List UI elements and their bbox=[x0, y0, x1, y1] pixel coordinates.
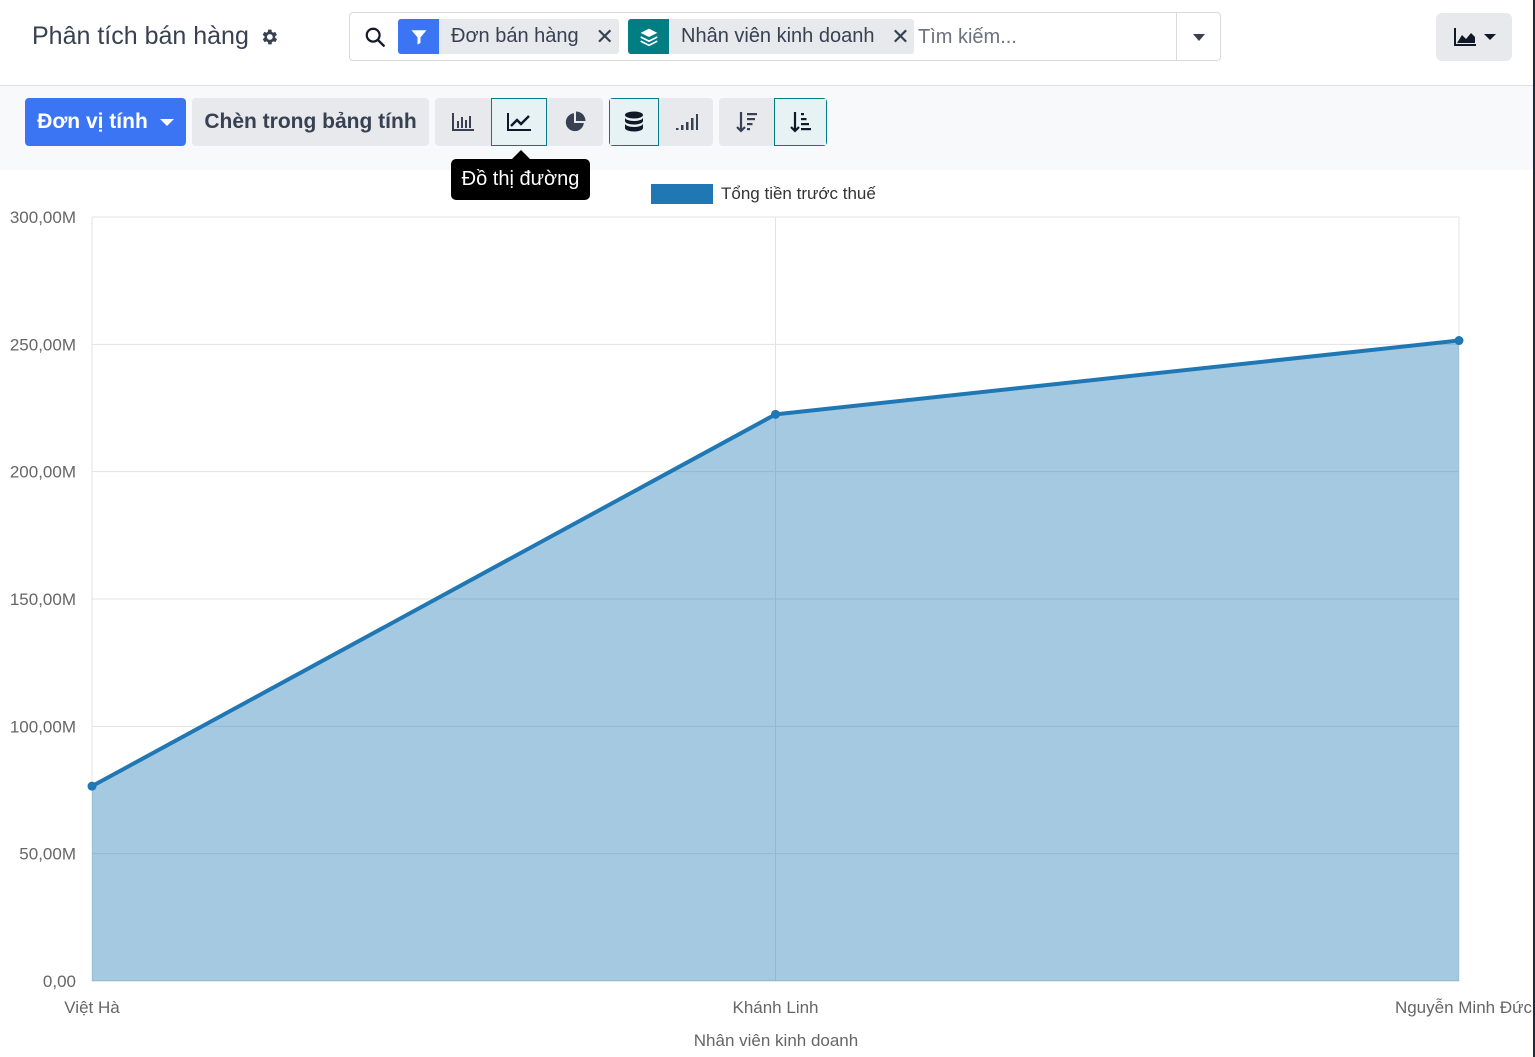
y-tick-label: 300,00M bbox=[10, 208, 76, 227]
signal-bars-icon bbox=[676, 114, 698, 130]
search-facet-groupby[interactable]: Nhân viên kinh doanh ✕ bbox=[628, 19, 915, 54]
database-icon bbox=[625, 111, 643, 132]
bar-chart-icon bbox=[452, 113, 474, 131]
page-title: Phân tích bán hàng bbox=[32, 22, 249, 50]
tooltip-arrow bbox=[512, 150, 530, 159]
caret-down-icon bbox=[159, 118, 174, 126]
legend-label: Tổng tiền trước thuế bbox=[721, 184, 876, 203]
legend-swatch bbox=[651, 184, 713, 204]
measures-dropdown-button[interactable]: Đơn vị tính bbox=[25, 98, 186, 146]
caret-down-icon bbox=[1484, 34, 1496, 40]
sort-group bbox=[719, 98, 827, 146]
control-panel: Phân tích bán hàng Đơn bán hàng ✕ Nhân v… bbox=[0, 0, 1535, 86]
measures-label: Đơn vị tính bbox=[37, 110, 148, 133]
data-point[interactable] bbox=[771, 409, 780, 419]
insert-in-spreadsheet-button[interactable]: Chèn trong bảng tính bbox=[192, 98, 429, 146]
chart-legend[interactable]: Tổng tiền trước thuế bbox=[651, 184, 876, 204]
graph-toolbar: Đơn vị tính Chèn trong bảng tính bbox=[0, 86, 1535, 170]
pie-chart-button[interactable] bbox=[547, 98, 603, 146]
y-tick-label: 50,00M bbox=[19, 845, 76, 864]
series-area bbox=[92, 340, 1459, 982]
facet-label: Nhân viên kinh doanh bbox=[681, 25, 875, 47]
sort-descending-button[interactable] bbox=[719, 98, 774, 146]
sort-ascending-icon bbox=[789, 112, 811, 133]
x-tick-label: Nguyễn Minh Đức bbox=[1395, 998, 1533, 1017]
page-title-wrap: Phân tích bán hàng bbox=[32, 22, 279, 51]
x-axis-label: Nhân viên kinh doanh bbox=[694, 1031, 858, 1050]
chart-mode-group bbox=[609, 98, 713, 146]
y-axis: 0,00 50,00M 100,00M 150,00M 200,00M 250,00M 30… bbox=[10, 208, 76, 991]
pie-chart-icon bbox=[565, 111, 586, 132]
close-icon[interactable]: ✕ bbox=[591, 19, 619, 54]
x-tick-label: Việt Hà bbox=[64, 998, 120, 1017]
y-tick-label: 250,00M bbox=[10, 335, 76, 354]
search-input[interactable] bbox=[918, 22, 1173, 52]
chart-type-tooltip: Đồ thị đường bbox=[451, 159, 590, 200]
view-switcher-button[interactable] bbox=[1436, 13, 1512, 61]
chart-series bbox=[87, 336, 1464, 982]
y-tick-label: 200,00M bbox=[10, 463, 76, 482]
sort-descending-icon bbox=[735, 112, 757, 133]
x-tick-label: Khánh Linh bbox=[732, 998, 818, 1017]
search-facet-filter[interactable]: Đơn bán hàng ✕ bbox=[398, 19, 619, 54]
data-point[interactable] bbox=[1454, 336, 1464, 346]
y-tick-label: 150,00M bbox=[10, 590, 76, 609]
y-tick-label: 0,00 bbox=[43, 972, 76, 991]
search-icon[interactable] bbox=[364, 26, 386, 48]
area-chart-icon bbox=[1454, 28, 1476, 46]
layers-icon bbox=[628, 19, 669, 54]
search-options-toggle[interactable] bbox=[1176, 13, 1220, 60]
gear-icon[interactable] bbox=[259, 27, 279, 47]
chart-type-group bbox=[435, 98, 603, 146]
x-axis: Việt Hà Khánh Linh Nguyễn Minh Đức bbox=[64, 998, 1532, 1017]
y-tick-label: 100,00M bbox=[10, 717, 76, 736]
stacked-button[interactable] bbox=[609, 98, 659, 146]
cumulative-button[interactable] bbox=[659, 98, 713, 146]
data-point[interactable] bbox=[87, 781, 97, 791]
sort-ascending-button[interactable] bbox=[774, 98, 827, 146]
caret-down-icon bbox=[1192, 33, 1205, 41]
line-chart: Tổng tiền trước thuế 0,00 50,00M 100,00M 15… bbox=[10, 184, 1532, 1050]
filter-icon bbox=[398, 19, 439, 54]
close-icon[interactable]: ✕ bbox=[886, 19, 914, 54]
insert-label: Chèn trong bảng tính bbox=[204, 110, 417, 133]
line-chart-button[interactable] bbox=[491, 98, 547, 146]
facet-label: Đơn bán hàng bbox=[451, 25, 579, 47]
line-chart-icon bbox=[507, 113, 531, 131]
bar-chart-button[interactable] bbox=[435, 98, 491, 146]
search-bar: Đơn bán hàng ✕ Nhân viên kinh doanh ✕ bbox=[349, 12, 1221, 61]
